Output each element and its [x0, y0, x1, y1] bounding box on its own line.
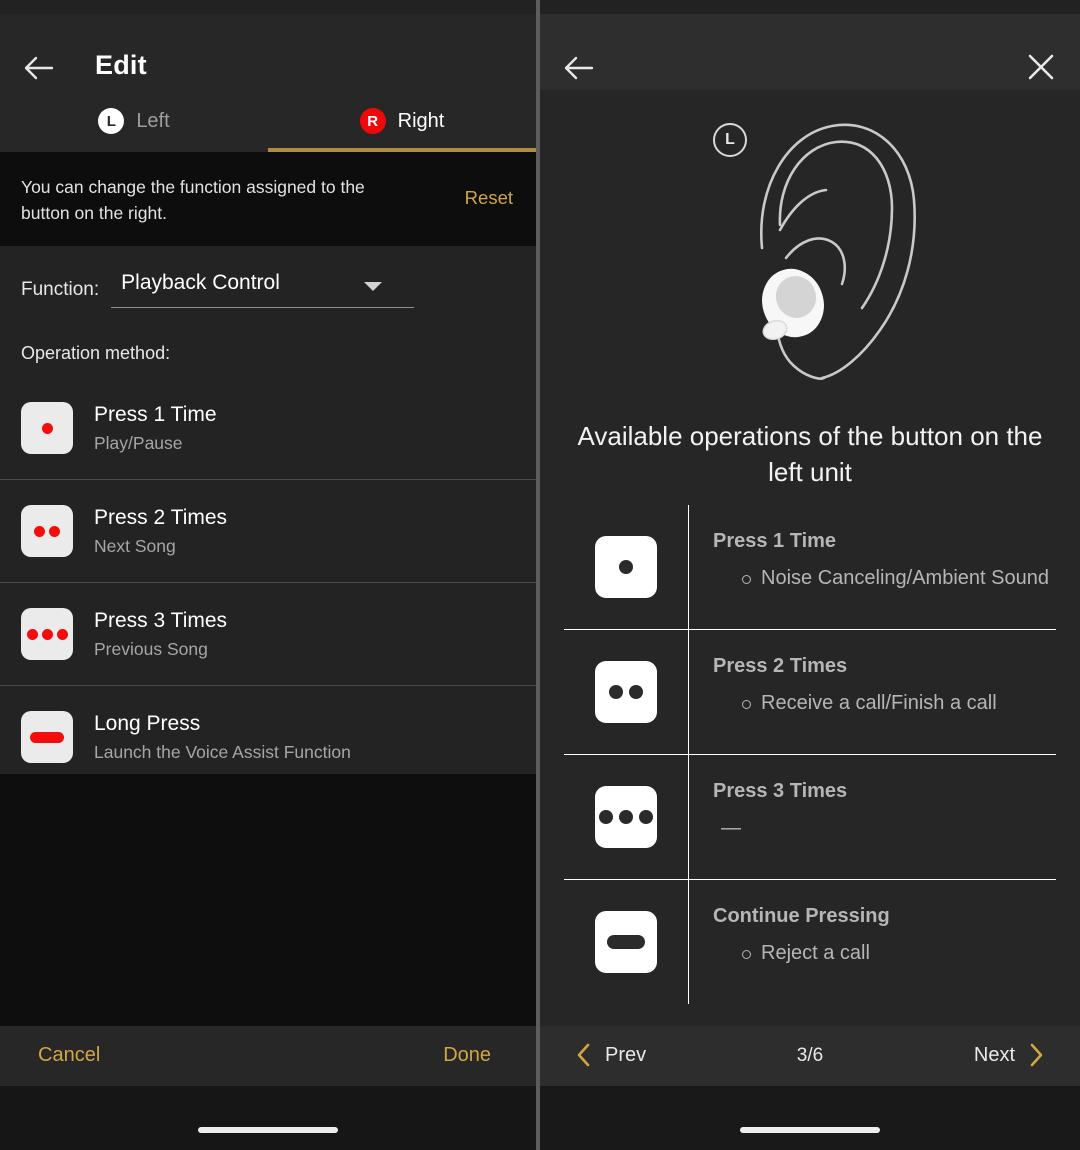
button-operations-help-screen: L Available operations of the button on …: [540, 0, 1080, 1150]
arrow-left-icon: [564, 56, 594, 80]
left-ear-with-earbud-illustration: [759, 123, 916, 380]
list-item-title: Press 3 Times: [94, 609, 228, 632]
list-item-subtitle: Previous Song: [94, 639, 208, 659]
next-button[interactable]: Next: [974, 1043, 1044, 1067]
right-badge-icon: R: [359, 108, 386, 134]
one-dot-icon: [595, 536, 657, 598]
arrow-left-icon: [24, 56, 54, 80]
operation-list: Press 1 Time Play/Pause Press 2 Times Ne…: [0, 377, 536, 788]
table-row-title: Press 3 Times: [713, 780, 848, 802]
list-item-texts: Press 1 Time Play/Pause: [94, 401, 217, 455]
long-bar-icon: [21, 711, 73, 763]
table-row: Press 3 Times —: [564, 754, 1056, 879]
close-button[interactable]: [1024, 50, 1058, 84]
back-button[interactable]: [562, 51, 596, 85]
page-title: Edit: [95, 50, 147, 80]
right-system-nav-area: [540, 1086, 1080, 1150]
table-row-title: Continue Pressing: [713, 905, 890, 927]
side-tabs: L Left R Right: [0, 90, 536, 152]
list-item[interactable]: Long Press Launch the Voice Assist Funct…: [0, 685, 536, 788]
tab-right-label: Right: [397, 109, 445, 132]
right-app-bar: [540, 14, 1080, 90]
table-cell-icon: [564, 880, 689, 1004]
table-cell-icon: [564, 755, 689, 879]
table-row-detail: Noise Canceling/Ambient Sound: [713, 563, 1056, 593]
list-item[interactable]: Press 3 Times Previous Song: [0, 582, 536, 685]
tab-left-label: Left: [136, 109, 170, 132]
table-row-title: Press 1 Time: [713, 530, 837, 552]
status-bar-left: [0, 0, 536, 14]
three-dots-icon: [595, 786, 657, 848]
tab-right-earbud[interactable]: R Right: [268, 90, 536, 152]
table-row: Press 1 Time Noise Canceling/Ambient Sou…: [564, 505, 1056, 629]
status-bar-right: [540, 0, 1080, 14]
list-item-subtitle: Play/Pause: [94, 433, 183, 453]
list-item-title: Press 2 Times: [94, 506, 228, 529]
app-window: Edit L Left R Right You can change the f…: [0, 0, 1080, 1150]
one-dot-icon: [21, 402, 73, 454]
table-row: Continue Pressing Reject a call: [564, 879, 1056, 1004]
long-bar-icon: [595, 911, 657, 973]
three-dots-icon: [21, 608, 73, 660]
table-cell-text: Press 1 Time Noise Canceling/Ambient Sou…: [689, 505, 1056, 629]
left-app-bar: Edit: [0, 14, 536, 90]
list-item[interactable]: Press 1 Time Play/Pause: [0, 377, 536, 479]
two-dots-icon: [595, 661, 657, 723]
left-footer-bar: Cancel Done: [0, 1026, 536, 1086]
edit-button-function-screen: Edit L Left R Right You can change the f…: [0, 0, 536, 1150]
table-row-detail: Reject a call: [713, 938, 1056, 968]
function-row: Function: Playback Control: [21, 269, 415, 308]
operation-method-label: Operation method:: [21, 343, 171, 363]
done-button[interactable]: Done: [443, 1044, 491, 1067]
cancel-button[interactable]: Cancel: [38, 1044, 100, 1067]
left-unit-badge: L: [713, 123, 747, 157]
table-cell-text: Press 2 Times Receive a call/Finish a ca…: [689, 630, 1056, 754]
table-row: Press 2 Times Receive a call/Finish a ca…: [564, 629, 1056, 754]
list-item-subtitle: Next Song: [94, 536, 176, 556]
list-item-texts: Press 3 Times Previous Song: [94, 607, 227, 661]
table-cell-text: Press 3 Times —: [689, 755, 1056, 879]
operations-table: Press 1 Time Noise Canceling/Ambient Sou…: [564, 505, 1056, 1004]
table-cell-icon: [564, 630, 689, 754]
home-indicator[interactable]: [198, 1127, 338, 1133]
list-item-title: Press 1 Time: [94, 403, 217, 426]
list-item-subtitle: Launch the Voice Assist Function: [94, 742, 351, 762]
two-dots-icon: [21, 505, 73, 557]
function-settings-card: Function: Playback Control Operation met…: [0, 246, 536, 774]
list-item-texts: Long Press Launch the Voice Assist Funct…: [94, 710, 351, 764]
table-cell-text: Continue Pressing Reject a call: [689, 880, 1056, 1004]
hint-bar: You can change the function assigned to …: [0, 152, 536, 242]
ear-illustration-area: L: [540, 90, 1080, 390]
left-badge-icon: L: [98, 108, 125, 134]
table-row-title: Press 2 Times: [713, 655, 848, 677]
table-row-detail: Receive a call/Finish a call: [713, 688, 1056, 718]
close-icon: [1028, 54, 1054, 80]
list-item-texts: Press 2 Times Next Song: [94, 504, 227, 558]
right-footer-bar: Prev 3/6 Next: [540, 1026, 1080, 1086]
tab-left-earbud[interactable]: L Left: [0, 90, 268, 152]
hint-text: You can change the function assigned to …: [21, 177, 365, 223]
function-selected-value: Playback Control: [121, 271, 280, 294]
table-cell-icon: [564, 505, 689, 629]
home-indicator[interactable]: [740, 1127, 880, 1133]
next-label: Next: [973, 1043, 1015, 1066]
table-row-detail: —: [721, 817, 741, 839]
chevron-right-icon: [1030, 1043, 1043, 1067]
function-label: Function:: [21, 279, 100, 300]
list-item[interactable]: Press 2 Times Next Song: [0, 479, 536, 582]
list-item-title: Long Press: [94, 712, 201, 735]
back-button[interactable]: [22, 51, 56, 85]
function-dropdown[interactable]: Playback Control: [111, 269, 415, 308]
left-system-nav-area: [0, 1086, 536, 1150]
chevron-down-icon: [364, 282, 383, 291]
reset-button[interactable]: Reset: [465, 187, 513, 209]
help-title: Available operations of the button on th…: [577, 421, 1043, 487]
